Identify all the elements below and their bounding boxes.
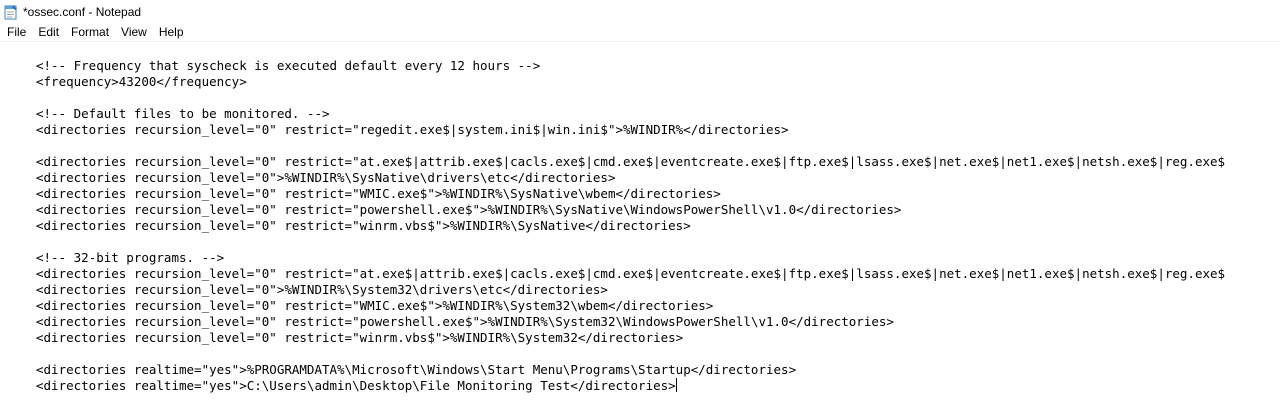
- text-line[interactable]: <directories recursion_level="0" restric…: [36, 186, 721, 202]
- window-title: *ossec.conf - Notepad: [23, 4, 142, 19]
- text-caret: [675, 378, 677, 392]
- text-line[interactable]: <directories recursion_level="0" restric…: [36, 314, 894, 330]
- text-line[interactable]: <directories recursion_level="0" restric…: [36, 218, 691, 234]
- text-line[interactable]: <!-- 32-bit programs. -->: [36, 250, 224, 266]
- text-line[interactable]: <directories recursion_level="0">%WINDIR…: [36, 282, 608, 298]
- menu-view[interactable]: View: [115, 23, 153, 41]
- text-line[interactable]: <directories recursion_level="0" restric…: [36, 266, 1225, 282]
- menu-file[interactable]: File: [0, 23, 32, 41]
- text-editor[interactable]: <!-- Frequency that syscheck is executed…: [0, 42, 1280, 407]
- text-line[interactable]: <!-- Default files to be monitored. -->: [36, 106, 330, 122]
- menu-bar: File Edit Format View Help: [0, 23, 1280, 42]
- text-line[interactable]: <directories recursion_level="0" restric…: [36, 330, 683, 346]
- text-line[interactable]: <directories realtime="yes">%PROGRAMDATA…: [36, 362, 796, 378]
- text-line[interactable]: <directories realtime="yes">C:\Users\adm…: [36, 378, 676, 393]
- text-line[interactable]: <directories recursion_level="0" restric…: [36, 298, 713, 314]
- menu-edit[interactable]: Edit: [32, 23, 65, 41]
- menu-help[interactable]: Help: [153, 23, 190, 41]
- text-line[interactable]: <directories recursion_level="0">%WINDIR…: [36, 170, 615, 186]
- text-line[interactable]: <directories recursion_level="0" restric…: [36, 202, 901, 218]
- notepad-icon: [4, 4, 18, 20]
- text-line[interactable]: <directories recursion_level="0" restric…: [36, 122, 789, 138]
- menu-format[interactable]: Format: [65, 23, 115, 41]
- text-line[interactable]: <directories recursion_level="0" restric…: [36, 154, 1225, 170]
- text-line-cursor[interactable]: <directories realtime="yes">C:\Users\adm…: [36, 378, 677, 394]
- text-line[interactable]: <frequency>43200</frequency>: [36, 74, 247, 90]
- notepad-window: *ossec.conf - Notepad File Edit Format V…: [0, 0, 1280, 407]
- text-line[interactable]: <!-- Frequency that syscheck is executed…: [36, 58, 540, 74]
- title-bar[interactable]: *ossec.conf - Notepad: [0, 0, 1280, 23]
